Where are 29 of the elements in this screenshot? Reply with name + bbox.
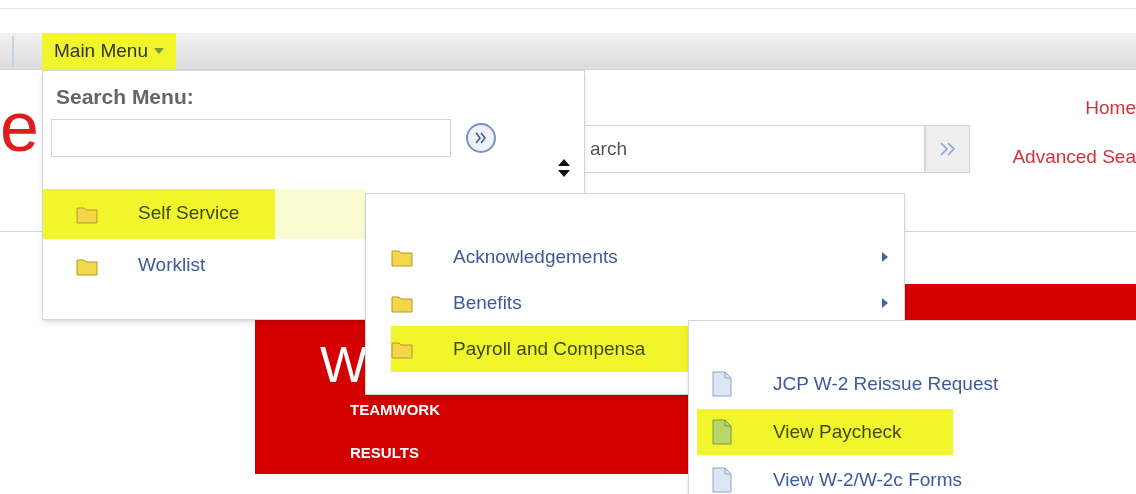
folder-icon <box>391 293 413 313</box>
menu-item[interactable]: View W-2/W-2c Forms <box>697 457 1117 494</box>
caret-icon <box>154 48 164 54</box>
folder-icon <box>391 339 413 359</box>
document-icon <box>712 467 732 493</box>
menu-item[interactable]: JCP W-2 Reissue Request <box>697 361 1117 407</box>
header-link[interactable]: Home <box>1085 94 1136 123</box>
header-link[interactable]: Advanced Sea <box>1012 142 1136 171</box>
sort-icon <box>558 158 570 177</box>
logo-fragment: e <box>0 92 39 162</box>
menu-item[interactable]: Self Service <box>43 188 365 239</box>
banner-text: RESULTS <box>350 445 419 460</box>
menu-item[interactable]: Benefits <box>366 280 904 326</box>
document-icon <box>712 371 732 397</box>
menu-item[interactable]: Payroll and Compensa <box>391 326 691 372</box>
banner-text: TEAMWORK <box>350 402 440 417</box>
main-menu-button[interactable]: Main Menu <box>42 32 176 70</box>
double-chevron-icon <box>475 131 487 144</box>
document-icon <box>712 419 732 445</box>
menu-title: Search Menu: <box>56 84 195 110</box>
search-menu-field[interactable] <box>51 118 451 157</box>
search-menu-go-button[interactable] <box>466 122 496 153</box>
menu-item[interactable]: Worklist <box>43 240 365 291</box>
menu-item[interactable]: View Paycheck <box>697 409 953 455</box>
double-chevron-icon <box>939 142 956 156</box>
search-go-button[interactable] <box>925 125 970 173</box>
menu-item[interactable]: Acknowledgements <box>366 234 904 280</box>
banner-letter: W <box>320 340 368 390</box>
folder-icon <box>391 247 413 267</box>
